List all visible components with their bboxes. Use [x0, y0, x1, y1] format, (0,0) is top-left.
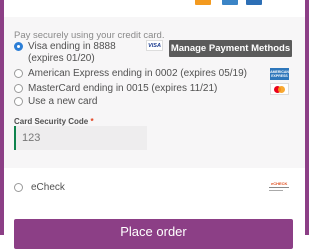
- saved-card-mastercard[interactable]: MasterCard ending in 0015 (expires 11/21…: [14, 83, 217, 95]
- new-card-label: Use a new card: [28, 96, 98, 107]
- card-brand-icon: [222, 0, 238, 5]
- saved-card-label: American Express ending in 0002 (expires…: [28, 68, 248, 79]
- right-border: [305, 0, 309, 235]
- radio-amex[interactable]: [14, 69, 23, 78]
- saved-card-label: Visa ending in 8888 (expires 01/20): [28, 41, 116, 64]
- radio-echeck[interactable]: [14, 183, 23, 192]
- amex-icon: AMERICAN EXPRESS: [270, 68, 289, 80]
- echeck-option[interactable]: eCheck: [14, 182, 65, 194]
- use-new-card-option[interactable]: Use a new card: [14, 96, 97, 108]
- echeck-label: eCheck: [31, 182, 65, 193]
- echeck-icon: eCHECK: [268, 181, 290, 193]
- csc-label: Card Security Code *: [14, 117, 94, 126]
- saved-card-amex[interactable]: American Express ending in 0002 (expires…: [14, 68, 247, 80]
- required-mark: *: [90, 117, 94, 126]
- place-order-button[interactable]: Place order: [14, 219, 293, 249]
- radio-new-card[interactable]: [14, 97, 23, 106]
- radio-mastercard[interactable]: [14, 84, 23, 93]
- card-brand-icon: [195, 0, 211, 5]
- saved-card-label: MasterCard ending in 0015 (expires 11/21…: [28, 83, 218, 94]
- manage-payment-methods-button[interactable]: Manage Payment Methods: [169, 40, 292, 57]
- payment-description: Pay securely using your credit card.: [14, 30, 165, 41]
- visa-icon: VISA: [146, 40, 163, 51]
- checkout-frame: Pay securely using your credit card. Vis…: [0, 0, 309, 249]
- radio-visa[interactable]: [14, 42, 23, 51]
- csc-input[interactable]: [14, 126, 147, 150]
- card-brand-icon: [246, 0, 262, 5]
- saved-card-visa[interactable]: Visa ending in 8888 (expires 01/20): [14, 41, 149, 65]
- mastercard-icon: [270, 83, 289, 95]
